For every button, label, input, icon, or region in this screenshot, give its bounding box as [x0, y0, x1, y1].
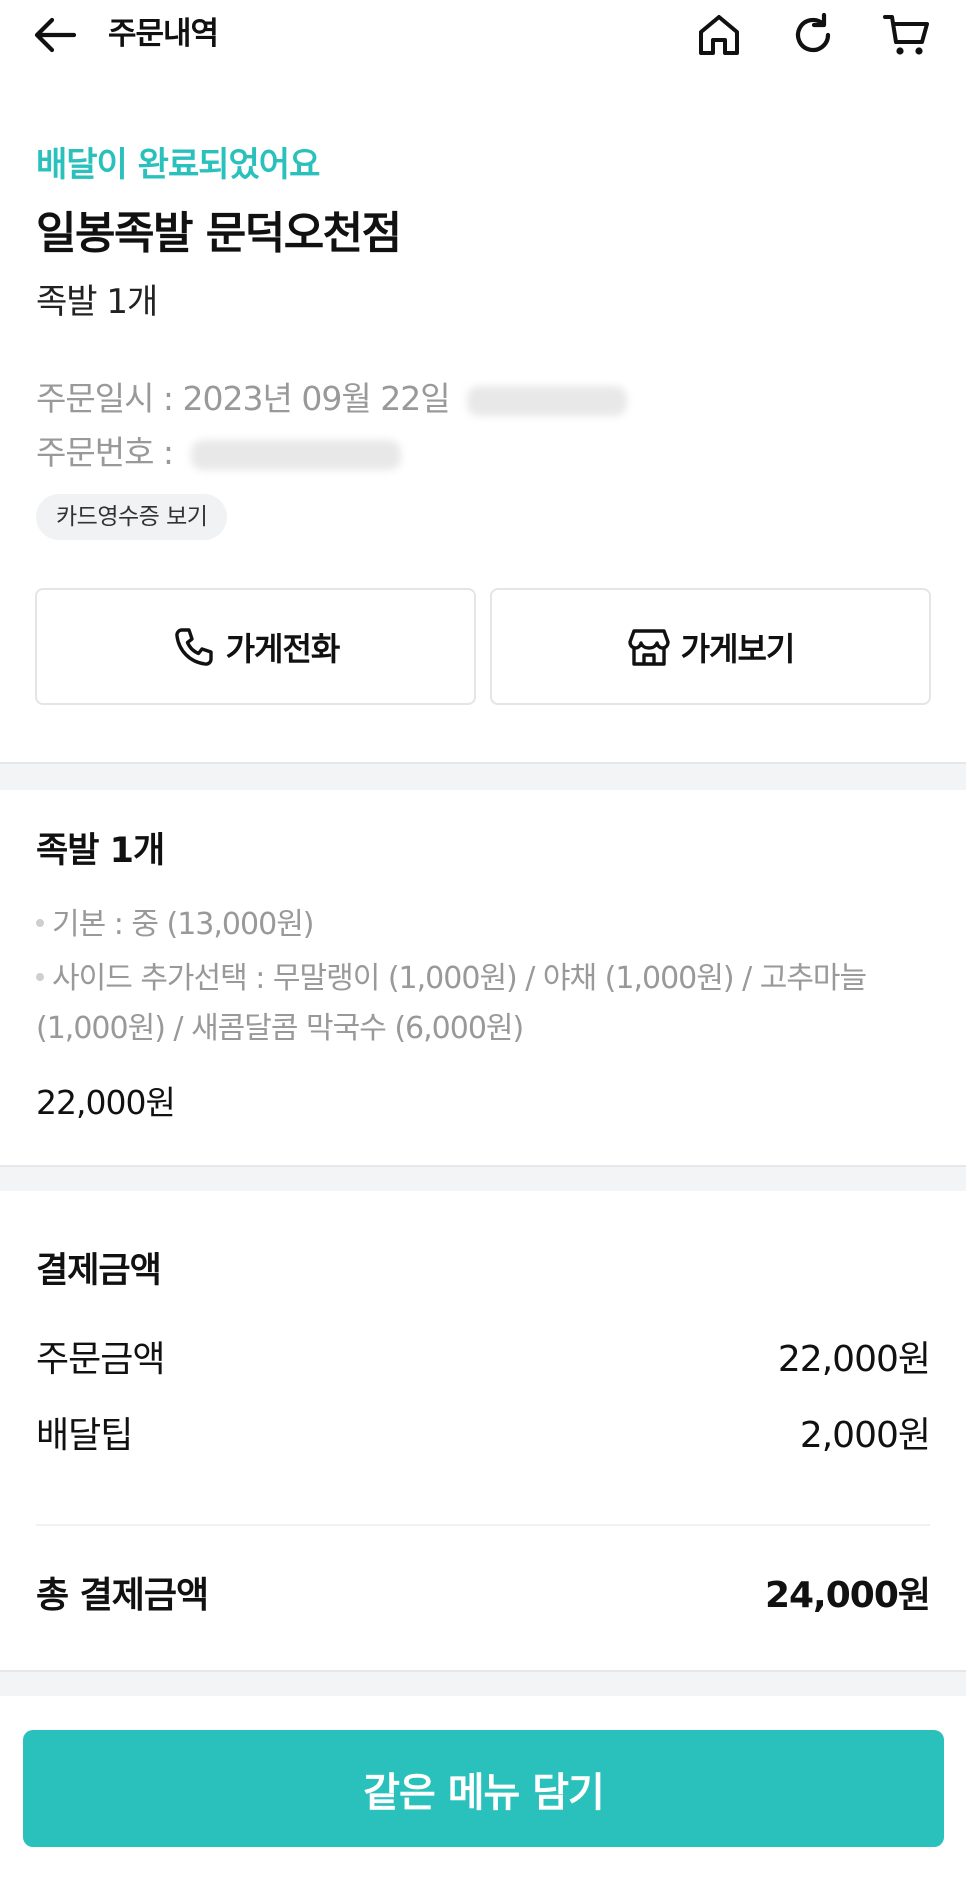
section-divider: [0, 762, 966, 790]
order-number-row: 주문번호 :: [36, 430, 401, 476]
section-divider: [0, 1670, 966, 1696]
menu-option-text: 사이드 추가선택 : 무말랭이 (1,000원) / 야채 (1,000원) /…: [36, 961, 867, 1046]
refresh-icon[interactable]: [788, 10, 838, 60]
top-app-bar: 주문내역: [0, 0, 966, 70]
section-divider: [0, 1165, 966, 1191]
total-amount-row: 총 결제금액 24,000원: [36, 1570, 931, 1622]
menu-option-text: 기본 : 중 (13,000원): [52, 907, 314, 942]
card-receipt-button[interactable]: 카드영수증 보기: [36, 494, 228, 540]
order-summary: 족발 1개: [36, 282, 158, 322]
store-call-button[interactable]: 가게전화: [35, 588, 476, 705]
payment-separator: [36, 1524, 930, 1526]
blurred-order-time: [467, 385, 628, 416]
order-date-row: 주문일시 : 2023년 09월 22일: [36, 376, 628, 422]
cart-icon[interactable]: [882, 10, 932, 60]
payment-title: 결제금액: [36, 1251, 162, 1291]
store-name: 일봉족발 문덕오천점: [36, 208, 402, 259]
menu-option: 기본 : 중 (13,000원): [36, 900, 936, 950]
menu-option: 사이드 추가선택 : 무말랭이 (1,000원) / 야채 (1,000원) /…: [36, 954, 936, 1054]
order-amount-row: 주문금액 22,000원: [36, 1334, 931, 1386]
delivery-tip-row: 배달팁 2,000원: [36, 1410, 931, 1462]
order-number-label: 주문번호 :: [36, 433, 183, 472]
menu-title: 족발 1개: [36, 831, 165, 871]
back-arrow-icon[interactable]: [30, 12, 80, 58]
total-amount-value: 24,000원: [764, 1575, 931, 1616]
delivery-tip-value: 2,000원: [799, 1415, 931, 1456]
blurred-order-number: [190, 439, 401, 470]
home-icon[interactable]: [694, 10, 744, 60]
store-view-label: 가게보기: [680, 629, 796, 668]
add-same-menu-label: 같은 메뉴 담기: [363, 1769, 605, 1816]
store-icon: [627, 628, 670, 666]
page-title: 주문내역: [108, 16, 219, 52]
store-view-button[interactable]: 가게보기: [490, 588, 931, 705]
total-amount-label: 총 결제금액: [36, 1575, 209, 1616]
bullet-dot: [36, 972, 44, 981]
menu-price: 22,000원: [36, 1083, 176, 1122]
order-amount-value: 22,000원: [777, 1339, 931, 1380]
store-call-label: 가게전화: [225, 629, 341, 668]
add-same-menu-button[interactable]: 같은 메뉴 담기: [23, 1730, 944, 1847]
order-date-value: 2023년 09월 22일: [182, 379, 451, 418]
order-amount-label: 주문금액: [36, 1339, 165, 1380]
delivery-status: 배달이 완료되었어요: [36, 145, 320, 185]
order-date-label: 주문일시 :: [36, 379, 183, 418]
delivery-tip-label: 배달팁: [36, 1415, 133, 1456]
phone-icon: [174, 627, 213, 666]
bullet-dot: [36, 918, 44, 927]
